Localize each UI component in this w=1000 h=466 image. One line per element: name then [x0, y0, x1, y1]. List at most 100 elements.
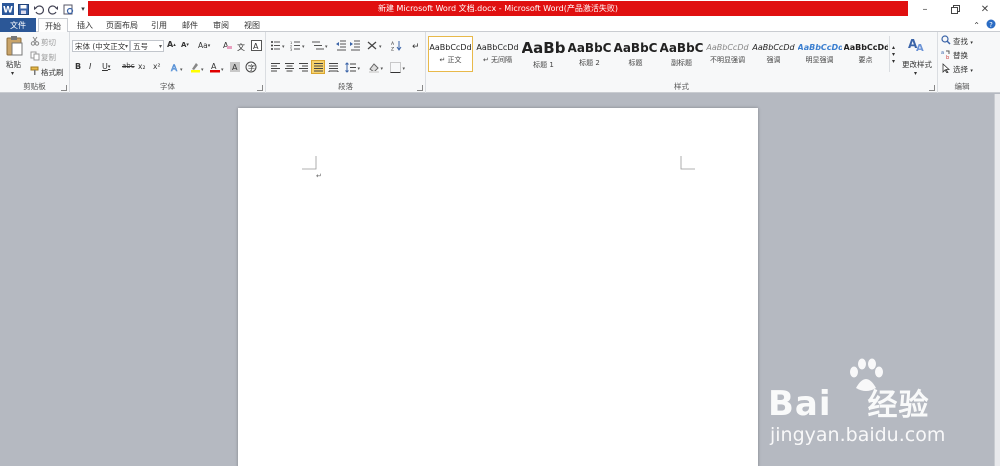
select-icon[interactable]: [941, 63, 951, 73]
format-painter-icon[interactable]: [30, 66, 40, 76]
increase-indent-icon[interactable]: [350, 40, 361, 51]
cut-button[interactable]: 剪切: [41, 37, 56, 48]
word-logo-icon[interactable]: W: [2, 3, 14, 15]
style-no-spacing[interactable]: AaBbCcDd ↵ 无间隔: [475, 36, 520, 72]
svg-text:文: 文: [237, 42, 245, 51]
tab-review[interactable]: 审阅: [208, 18, 234, 32]
subscript-button[interactable]: x₂: [138, 62, 145, 71]
sort-icon[interactable]: AZ: [391, 40, 402, 51]
style-normal[interactable]: AaBbCcDd ↵ 正文: [428, 36, 473, 72]
copy-icon[interactable]: [30, 51, 40, 61]
help-icon[interactable]: ?: [986, 19, 996, 31]
replace-icon[interactable]: ab: [941, 49, 951, 59]
distributed-icon[interactable]: [328, 62, 339, 73]
bold-button[interactable]: B: [75, 62, 81, 71]
minimize-icon[interactable]: –: [910, 0, 940, 18]
gallery-scroll[interactable]: ▴ ▾ ▾: [889, 36, 897, 72]
vertical-scrollbar[interactable]: [994, 94, 1000, 466]
shading-icon[interactable]: ▾: [368, 62, 386, 73]
paste-dropdown-icon[interactable]: ▾: [11, 70, 14, 77]
asian-layout-icon[interactable]: ▾: [367, 40, 385, 51]
font-name-value: 宋体 (中文正文: [75, 41, 126, 51]
style-subtle-emphasis[interactable]: AaBbCcDd 不明显强调: [705, 36, 750, 72]
clear-formatting-icon[interactable]: A: [222, 40, 233, 51]
align-left-icon[interactable]: [270, 62, 281, 73]
bullets-icon[interactable]: ▾: [270, 40, 288, 51]
character-border-icon[interactable]: A: [251, 40, 262, 51]
tab-insert[interactable]: 插入: [72, 18, 98, 32]
style-title[interactable]: AaBbC 标题: [613, 36, 658, 72]
phonetic-guide-icon[interactable]: 文: [236, 40, 247, 51]
replace-button[interactable]: 替换: [953, 50, 968, 61]
text-effects-icon[interactable]: A ▾: [170, 61, 186, 73]
save-icon[interactable]: [17, 3, 29, 15]
grow-font-icon[interactable]: A ▴: [167, 40, 176, 49]
shrink-font-icon[interactable]: A ▾: [181, 41, 189, 49]
justify-icon[interactable]: [311, 60, 325, 74]
underline-button[interactable]: U ▾: [102, 62, 110, 71]
paragraph-group: ▾ 1 2 3 ▾ ▾ ▾ AZ ↵ ▾ ▾ ▾ 段落: [266, 32, 426, 93]
tab-home[interactable]: 开始: [38, 18, 68, 33]
tab-page-layout[interactable]: 页面布局: [102, 18, 142, 32]
superscript-button[interactable]: x²: [153, 62, 160, 71]
borders-icon[interactable]: ▾: [390, 62, 408, 73]
strikethrough-button[interactable]: abc: [122, 62, 135, 70]
align-right-icon[interactable]: [298, 62, 309, 73]
style-emphasis[interactable]: AaBbCcDd 强调: [751, 36, 796, 72]
gallery-more-icon[interactable]: ▾: [892, 58, 895, 65]
style-intense-emphasis[interactable]: AaBbCcDd 明显强调: [797, 36, 842, 72]
multilevel-list-icon[interactable]: ▾: [311, 40, 331, 51]
font-color-icon[interactable]: A ▾: [210, 61, 226, 73]
svg-text:▾: ▾: [282, 44, 285, 50]
watermark-brand: Bai 经验: [768, 384, 930, 424]
svg-text:▾: ▾: [302, 44, 305, 50]
find-icon[interactable]: [941, 35, 951, 45]
document-page[interactable]: ↵: [238, 108, 758, 466]
copy-button[interactable]: 复制: [41, 52, 56, 63]
find-button[interactable]: 查找 ▾: [953, 36, 973, 47]
italic-button[interactable]: I: [89, 62, 91, 71]
tab-mailings[interactable]: 邮件: [177, 18, 203, 32]
close-icon[interactable]: ✕: [970, 0, 1000, 18]
character-shading-icon[interactable]: A: [230, 61, 241, 73]
tab-file[interactable]: 文件: [0, 18, 36, 32]
change-styles-icon[interactable]: AA: [906, 36, 928, 54]
highlight-color-icon[interactable]: ▾: [190, 61, 206, 73]
style-strong[interactable]: AaBbCcDd 要点: [843, 36, 888, 72]
style-heading-2[interactable]: AaBbC 标题 2: [567, 36, 612, 72]
undo-icon[interactable]: [32, 3, 44, 15]
style-heading-1[interactable]: AaBb 标题 1: [521, 36, 566, 72]
show-formatting-marks-icon[interactable]: ↵: [410, 40, 421, 51]
enclose-characters-icon[interactable]: 字: [245, 61, 257, 73]
chevron-down-icon: ▾: [124, 43, 128, 50]
change-styles-button[interactable]: 更改样式: [902, 59, 932, 70]
select-button[interactable]: 选择 ▾: [953, 64, 973, 75]
svg-text:A: A: [232, 63, 238, 72]
chevron-down-icon[interactable]: ▾: [892, 51, 895, 58]
redo-icon[interactable]: [47, 3, 59, 15]
change-case-icon[interactable]: Aa ▾: [198, 41, 210, 50]
change-styles-dropdown-icon[interactable]: ▾: [914, 70, 917, 77]
svg-text:▾: ▾: [379, 44, 382, 50]
clipboard-launcher-icon[interactable]: [61, 85, 67, 91]
format-painter-button[interactable]: 格式刷: [41, 67, 64, 78]
font-name-combo[interactable]: 宋体 (中文正文 ▾: [72, 40, 130, 52]
minimize-ribbon-icon[interactable]: ⌃: [973, 21, 980, 30]
paste-icon[interactable]: [4, 35, 24, 57]
print-preview-icon[interactable]: [62, 3, 74, 15]
paste-button[interactable]: 粘贴: [6, 59, 21, 70]
numbering-icon[interactable]: 1 2 3 ▾: [290, 40, 308, 51]
style-subtitle[interactable]: AaBbC 副标题: [659, 36, 704, 72]
font-size-combo[interactable]: 五号 ▾: [130, 40, 164, 52]
restore-icon[interactable]: [940, 0, 970, 18]
tab-view[interactable]: 视图: [239, 18, 265, 32]
font-launcher-icon[interactable]: [257, 85, 263, 91]
align-center-icon[interactable]: [284, 62, 295, 73]
paragraph-launcher-icon[interactable]: [417, 85, 423, 91]
decrease-indent-icon[interactable]: [336, 40, 347, 51]
chevron-up-icon[interactable]: ▴: [892, 44, 895, 51]
cut-icon[interactable]: [30, 36, 40, 46]
tab-references[interactable]: 引用: [146, 18, 172, 32]
styles-launcher-icon[interactable]: [929, 85, 935, 91]
line-spacing-icon[interactable]: ▾: [345, 62, 363, 73]
